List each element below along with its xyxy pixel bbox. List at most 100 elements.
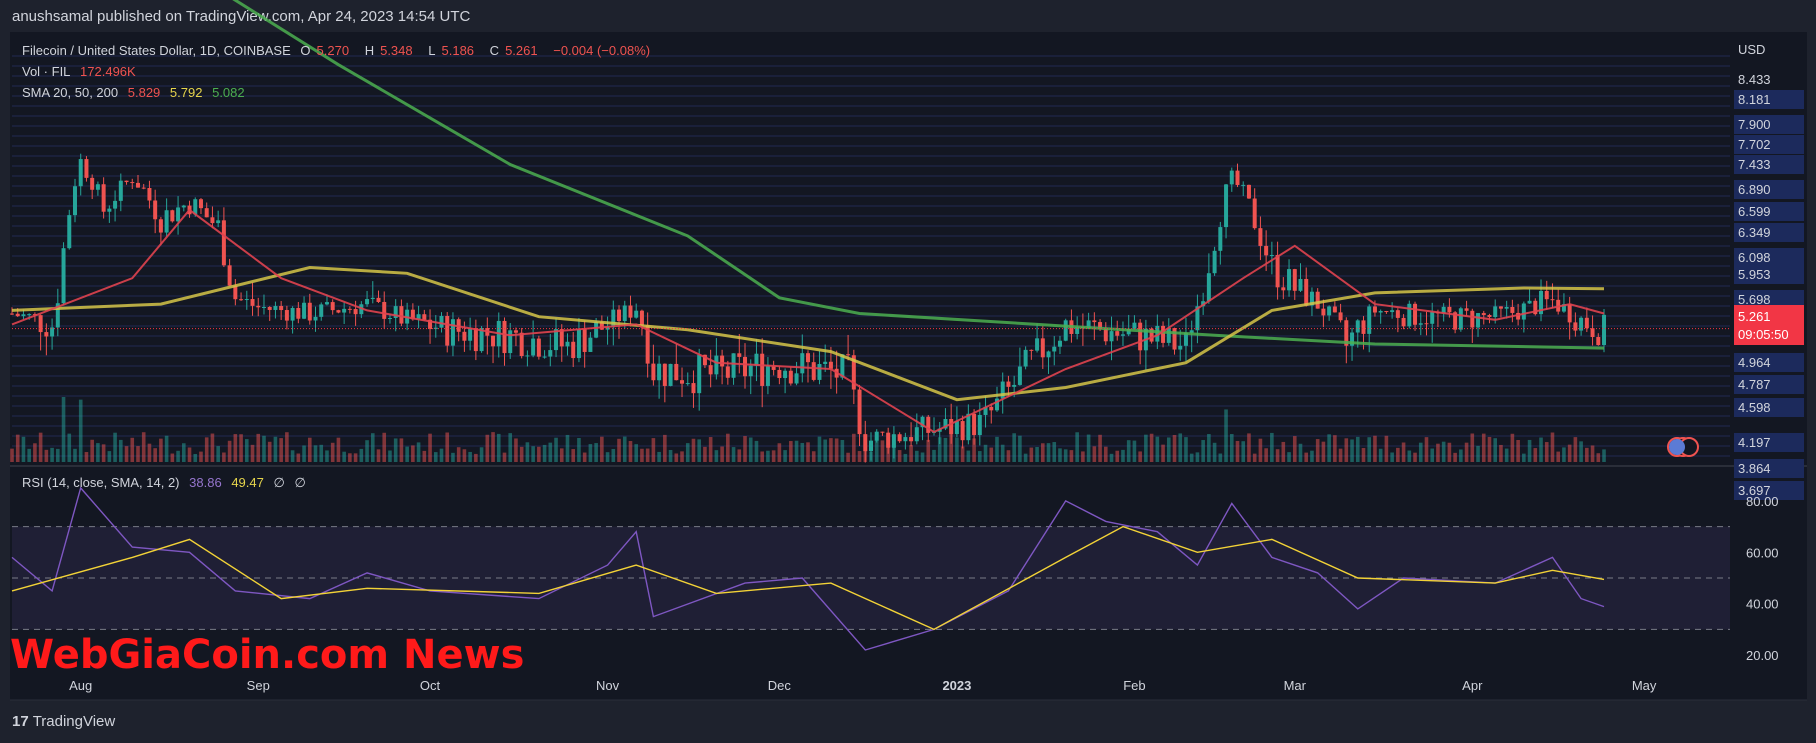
candle-body xyxy=(800,353,805,374)
volume-bar xyxy=(1046,443,1051,462)
candle-body xyxy=(1269,254,1274,256)
volume-bar xyxy=(233,434,238,462)
volume-bar xyxy=(966,450,971,462)
candle-body xyxy=(1567,304,1572,323)
volume-bar xyxy=(674,453,679,462)
volume-bar xyxy=(313,445,318,462)
candle-body xyxy=(788,370,793,384)
volume-bar xyxy=(617,438,621,462)
candle-body xyxy=(233,285,238,300)
volume-bar xyxy=(433,452,438,462)
volume-bar xyxy=(1292,436,1297,462)
candle-body xyxy=(989,406,994,411)
volume-bar xyxy=(1115,450,1120,462)
candle-body xyxy=(1178,345,1183,350)
candle-body xyxy=(1092,320,1097,323)
volume-bar xyxy=(216,446,220,462)
candle-body xyxy=(1246,184,1251,199)
volume-bar xyxy=(119,439,123,462)
volume-bar xyxy=(227,440,232,462)
volume-bar xyxy=(1052,442,1057,462)
candle-body xyxy=(370,297,375,300)
candle-body xyxy=(376,297,381,302)
volume-bar xyxy=(1178,433,1183,462)
volume-bar xyxy=(1321,441,1326,462)
candle-body xyxy=(164,210,169,233)
rsi-extra-1: ∅ xyxy=(273,475,285,490)
volume-bar xyxy=(1562,447,1566,462)
currency-label: USD xyxy=(1738,42,1765,57)
volume-bar xyxy=(1172,434,1177,462)
candle-body xyxy=(1264,245,1269,256)
candle-body xyxy=(1166,328,1171,343)
volume-bar xyxy=(1367,437,1372,462)
candle-body xyxy=(1487,314,1492,318)
candle-body xyxy=(147,187,152,201)
candle-body xyxy=(244,299,249,301)
candle-body xyxy=(1063,320,1068,341)
candle-body xyxy=(1390,310,1395,313)
candle-body xyxy=(1510,306,1515,313)
volume-bar xyxy=(1396,447,1400,462)
candle-body xyxy=(691,383,696,394)
candle-body xyxy=(565,341,570,347)
candle-body xyxy=(1338,312,1343,321)
volume-bar xyxy=(113,432,117,462)
candle-body xyxy=(158,219,163,233)
volume-bar xyxy=(222,452,226,462)
candle-body xyxy=(1224,184,1229,228)
volume-bar xyxy=(915,450,919,462)
candle-body xyxy=(680,380,685,384)
candle-body xyxy=(949,419,954,435)
volume-bar xyxy=(743,436,747,462)
volume-bar xyxy=(1041,443,1045,462)
volume-bar xyxy=(1075,432,1079,462)
candle-body xyxy=(1493,306,1498,318)
volume-bar xyxy=(90,439,94,462)
volume-bar xyxy=(141,432,146,462)
volume-bar xyxy=(600,436,604,462)
volume-bar xyxy=(1207,434,1211,462)
volume-bar xyxy=(1590,445,1595,462)
candle-body xyxy=(468,328,473,341)
candle-body xyxy=(708,365,713,375)
volume-bar xyxy=(691,438,696,462)
candle-body xyxy=(1040,338,1045,358)
candle-body xyxy=(828,361,833,369)
high-value: 5.348 xyxy=(380,43,413,58)
candle-body xyxy=(27,314,32,316)
volume-bar xyxy=(159,438,163,462)
candle-body xyxy=(181,205,186,208)
volume-bar xyxy=(605,452,610,462)
volume-bar xyxy=(531,446,535,462)
volume-bar xyxy=(393,438,398,462)
close-value: 5.261 xyxy=(505,43,538,58)
candle-body xyxy=(1292,269,1297,291)
low-value: 5.186 xyxy=(441,43,475,58)
countdown-label: 09:05:50 xyxy=(1738,327,1789,342)
volume-bar xyxy=(537,446,541,462)
watermark: WebGiaCoin.com News xyxy=(10,632,525,678)
candle-body xyxy=(1057,340,1062,347)
volume-bar xyxy=(1195,452,1200,462)
volume-bar xyxy=(1275,449,1280,462)
volume-bar xyxy=(468,451,472,462)
candle-body xyxy=(1332,306,1337,313)
volume-bar xyxy=(61,396,66,462)
rsi-tick-label: 80.00 xyxy=(1746,494,1779,509)
candle-body xyxy=(914,427,919,442)
candle-body xyxy=(548,350,553,357)
volume-bar xyxy=(1407,450,1412,462)
candle-body xyxy=(1258,228,1263,246)
volume-bar xyxy=(319,444,324,462)
volume-bar xyxy=(1499,444,1503,462)
volume-bar xyxy=(1138,451,1142,462)
volume-bar xyxy=(1018,435,1022,462)
volume-bar xyxy=(1327,434,1331,462)
volume-bar xyxy=(771,450,776,462)
volume-bar xyxy=(1430,448,1435,462)
volume-bar xyxy=(926,439,931,462)
open-label: O xyxy=(300,43,311,58)
volume-bar xyxy=(136,446,140,462)
volume-bar xyxy=(1602,449,1606,462)
